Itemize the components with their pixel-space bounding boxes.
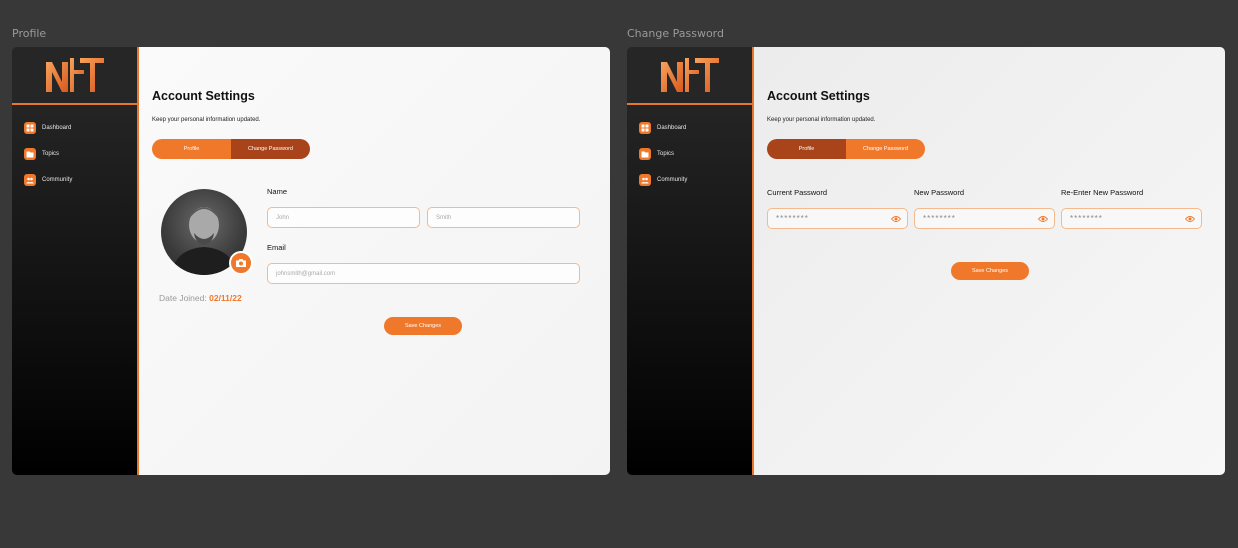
change-password-content: Account Settings Keep your personal info… [754,47,1225,475]
logo-header [12,47,137,105]
sidebar-item-dashboard[interactable]: Dashboard [627,115,752,141]
sidebar-nav: Dashboard Topics Community [627,115,752,193]
group-icon [24,174,36,186]
current-password-label: Current Password [767,188,828,197]
date-joined-value: 02/11/22 [209,293,242,303]
page-subtitle: Keep your personal information updated. [152,117,261,123]
new-password-input[interactable]: ******** [914,208,1055,229]
date-joined-label: Date Joined: [159,293,207,303]
grid-icon [639,122,651,134]
email-field[interactable]: johnsmith@gmail.com [267,263,580,284]
save-changes-button[interactable]: Save Changes [384,317,462,335]
profile-frame: Dashboard Topics Community Account Setti… [12,47,610,475]
sidebar-nav: Dashboard Topics Community [12,115,137,193]
current-password-input[interactable]: ******** [767,208,908,229]
sidebar-item-label: Dashboard [42,125,72,131]
sidebar-item-label: Community [657,177,688,183]
masked-password: ******** [923,214,956,223]
eye-icon[interactable] [1185,214,1195,224]
page-subtitle: Keep your personal information updated. [767,117,876,123]
sidebar: Dashboard Topics Community [12,47,139,475]
name-label: Name [267,187,288,196]
profile-content: Account Settings Keep your personal info… [139,47,610,475]
settings-tabs: Profile Change Password [767,139,925,159]
sidebar-item-community[interactable]: Community [627,167,752,193]
email-label: Email [267,243,286,252]
folder-icon [639,148,651,160]
tab-profile[interactable]: Profile [152,139,231,159]
sidebar-item-label: Topics [42,151,60,157]
save-changes-button[interactable]: Save Changes [951,262,1029,280]
sidebar-item-label: Community [42,177,73,183]
tab-profile[interactable]: Profile [767,139,846,159]
frame-label-change-password: Change Password [627,27,724,40]
page-title: Account Settings [767,89,870,103]
folder-icon [24,148,36,160]
grid-icon [24,122,36,134]
nft-logo[interactable] [659,56,721,94]
tab-change-password[interactable]: Change Password [231,139,310,159]
sidebar-item-label: Topics [657,151,675,157]
first-name-input[interactable]: John [267,207,420,228]
eye-icon[interactable] [1038,214,1048,224]
reenter-password-label: Re-Enter New Password [1061,188,1144,197]
sidebar-item-topics[interactable]: Topics [627,141,752,167]
change-password-frame: Dashboard Topics Community Account Setti… [627,47,1225,475]
last-name-input[interactable]: Smith [427,207,580,228]
eye-icon[interactable] [891,214,901,224]
frame-label-profile: Profile [12,27,47,40]
page-title: Account Settings [152,89,255,103]
sidebar-item-topics[interactable]: Topics [12,141,137,167]
sidebar-item-community[interactable]: Community [12,167,137,193]
settings-tabs: Profile Change Password [152,139,310,159]
new-password-label: New Password [914,188,965,197]
sidebar: Dashboard Topics Community [627,47,754,475]
sidebar-item-label: Dashboard [657,125,687,131]
group-icon [639,174,651,186]
sidebar-item-dashboard[interactable]: Dashboard [12,115,137,141]
change-photo-button[interactable] [229,251,253,275]
logo-header [627,47,752,105]
avatar-container [161,189,253,275]
tab-change-password[interactable]: Change Password [846,139,925,159]
masked-password: ******** [776,214,809,223]
nft-logo[interactable] [44,56,106,94]
reenter-password-input[interactable]: ******** [1061,208,1202,229]
date-joined: Date Joined: 02/11/22 [159,293,242,303]
masked-password: ******** [1070,214,1103,223]
camera-icon [236,259,246,267]
